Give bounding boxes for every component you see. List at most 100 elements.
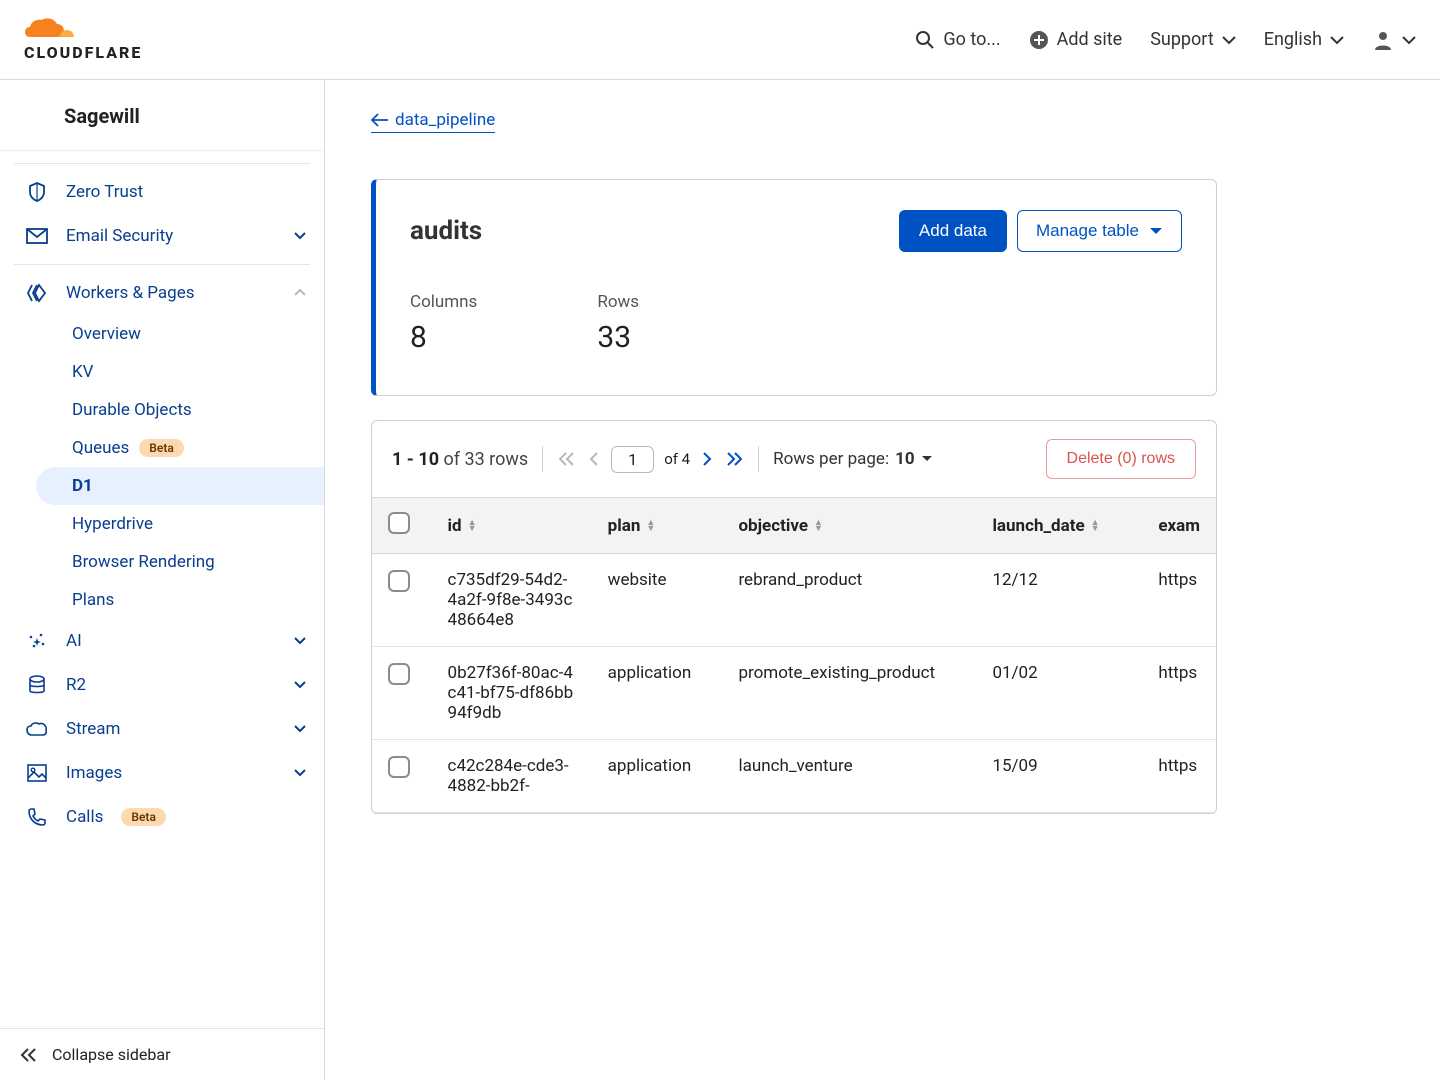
phone-icon [26, 807, 48, 827]
sidebar-item-calls[interactable]: Calls Beta [0, 795, 324, 831]
user-icon [1372, 29, 1394, 51]
cell-example: https [1142, 740, 1216, 813]
page-input[interactable]: 1 [611, 446, 654, 473]
columns-stat: Columns 8 [410, 292, 477, 355]
sidebar-item-zero-trust[interactable]: Zero Trust [0, 170, 324, 214]
cell-launch-date: 15/09 [976, 740, 1142, 813]
mail-icon [26, 228, 48, 244]
chevron-down-icon [294, 232, 306, 240]
database-icon [26, 675, 48, 695]
sort-icon: ▲▼ [1091, 520, 1100, 532]
sidebar-item-ai[interactable]: AI [0, 619, 324, 663]
chevron-up-icon [294, 289, 306, 297]
chevron-down-icon [294, 725, 306, 733]
caret-down-icon [921, 455, 933, 463]
row-checkbox[interactable] [388, 570, 410, 592]
sidebar-item-email-security[interactable]: Email Security [0, 214, 324, 258]
cell-example: https [1142, 647, 1216, 740]
cell-objective: promote_existing_product [722, 647, 976, 740]
sidebar-item-r2[interactable]: R2 [0, 663, 324, 707]
table-row: 0b27f36f-80ac-4c41-bf75-df86bb94f9dbappl… [372, 647, 1216, 740]
cell-id: 0b27f36f-80ac-4c41-bf75-df86bb94f9db [432, 647, 592, 740]
chevron-down-icon [294, 681, 306, 689]
cell-id: c735df29-54d2-4a2f-9f8e-3493c48664e8 [432, 554, 592, 647]
page-total: of 4 [664, 450, 690, 468]
beta-badge: Beta [139, 439, 184, 457]
next-page-button[interactable] [700, 450, 714, 468]
add-data-button[interactable]: Add data [899, 210, 1007, 252]
sidebar-sub-hyperdrive[interactable]: Hyperdrive [0, 505, 324, 543]
sidebar-sub-durable-objects[interactable]: Durable Objects [0, 391, 324, 429]
manage-table-button[interactable]: Manage table [1017, 210, 1182, 252]
sidebar-sub-queues[interactable]: Queues Beta [0, 429, 324, 467]
rows-stat: Rows 33 [597, 292, 639, 355]
sidebar: Sagewill Zero Trust Email Security [0, 80, 325, 1080]
cell-objective: launch_venture [722, 740, 976, 813]
sidebar-sub-kv[interactable]: KV [0, 353, 324, 391]
rows-per-page-select[interactable]: Rows per page: 10 [773, 449, 932, 469]
summary-card: audits Add data Manage table Columns 8 R… [371, 179, 1217, 396]
support-menu[interactable]: Support [1150, 29, 1236, 50]
sparkle-icon [26, 631, 48, 651]
prev-page-button[interactable] [587, 450, 601, 468]
column-header-example[interactable]: exam [1142, 498, 1216, 554]
chevron-down-icon [1402, 35, 1416, 45]
sidebar-item-label: Images [66, 763, 122, 783]
add-site-button[interactable]: Add site [1029, 29, 1123, 50]
shield-icon [26, 182, 48, 202]
sidebar-sub-browser-rendering[interactable]: Browser Rendering [0, 543, 324, 581]
search-icon [915, 30, 935, 50]
pager: 1 of 4 [557, 446, 744, 473]
sidebar-item-stream[interactable]: Stream [0, 707, 324, 751]
cell-launch-date: 01/02 [976, 647, 1142, 740]
sidebar-item-label: Zero Trust [66, 182, 143, 202]
plus-circle-icon [1029, 30, 1049, 50]
main-content: data_pipeline audits Add data Manage tab… [325, 80, 1440, 1080]
arrow-left-icon [371, 113, 389, 127]
cloud-icon [26, 721, 48, 737]
delete-rows-button[interactable]: Delete (0) rows [1046, 439, 1196, 479]
cell-launch-date: 12/12 [976, 554, 1142, 647]
image-icon [26, 764, 48, 782]
cell-plan: application [592, 647, 723, 740]
sidebar-sub-d1[interactable]: D1 [36, 467, 324, 505]
chevron-down-icon [294, 637, 306, 645]
select-all-checkbox[interactable] [388, 512, 410, 534]
logo-text: CLOUDFLARE [24, 43, 142, 62]
sidebar-item-label: AI [66, 631, 82, 651]
goto-search[interactable]: Go to... [915, 29, 1000, 50]
profile-menu[interactable] [1372, 29, 1416, 51]
back-link[interactable]: data_pipeline [371, 110, 495, 133]
row-checkbox[interactable] [388, 663, 410, 685]
data-table: id▲▼ plan▲▼ objective▲▼ launch_date▲▼ ex… [372, 497, 1216, 813]
sidebar-sub-overview[interactable]: Overview [0, 315, 324, 353]
logo[interactable]: CLOUDFLARE [24, 17, 142, 62]
cloud-icon [24, 17, 82, 43]
language-menu[interactable]: English [1264, 29, 1344, 50]
sidebar-sub-plans[interactable]: Plans [0, 581, 324, 619]
chevron-double-left-icon [20, 1047, 38, 1063]
column-header-plan[interactable]: plan▲▼ [592, 498, 723, 554]
topbar: CLOUDFLARE Go to... Add site Support Eng… [0, 0, 1440, 80]
sidebar-item-label: Calls [66, 807, 103, 827]
account-name[interactable]: Sagewill [0, 80, 324, 151]
sidebar-item-label: Stream [66, 719, 120, 739]
sidebar-item-images[interactable]: Images [0, 751, 324, 795]
data-table-container: 1 - 10 of 33 rows 1 of 4 Rows per page: … [371, 420, 1217, 814]
row-range: 1 - 10 of 33 rows [392, 449, 528, 470]
collapse-sidebar-button[interactable]: Collapse sidebar [0, 1028, 324, 1080]
sidebar-item-workers-pages[interactable]: Workers & Pages [0, 271, 324, 315]
last-page-button[interactable] [724, 450, 744, 468]
table-row: c42c284e-cde3-4882-bb2f-applicationlaunc… [372, 740, 1216, 813]
column-header-objective[interactable]: objective▲▼ [722, 498, 976, 554]
first-page-button[interactable] [557, 450, 577, 468]
column-header-id[interactable]: id▲▼ [432, 498, 592, 554]
column-header-launch-date[interactable]: launch_date▲▼ [976, 498, 1142, 554]
sidebar-item-label: R2 [66, 675, 86, 695]
sort-icon: ▲▼ [814, 520, 823, 532]
table-row: c735df29-54d2-4a2f-9f8e-3493c48664e8webs… [372, 554, 1216, 647]
table-toolbar: 1 - 10 of 33 rows 1 of 4 Rows per page: … [372, 421, 1216, 497]
sort-icon: ▲▼ [468, 520, 477, 532]
cell-id: c42c284e-cde3-4882-bb2f- [432, 740, 592, 813]
row-checkbox[interactable] [388, 756, 410, 778]
